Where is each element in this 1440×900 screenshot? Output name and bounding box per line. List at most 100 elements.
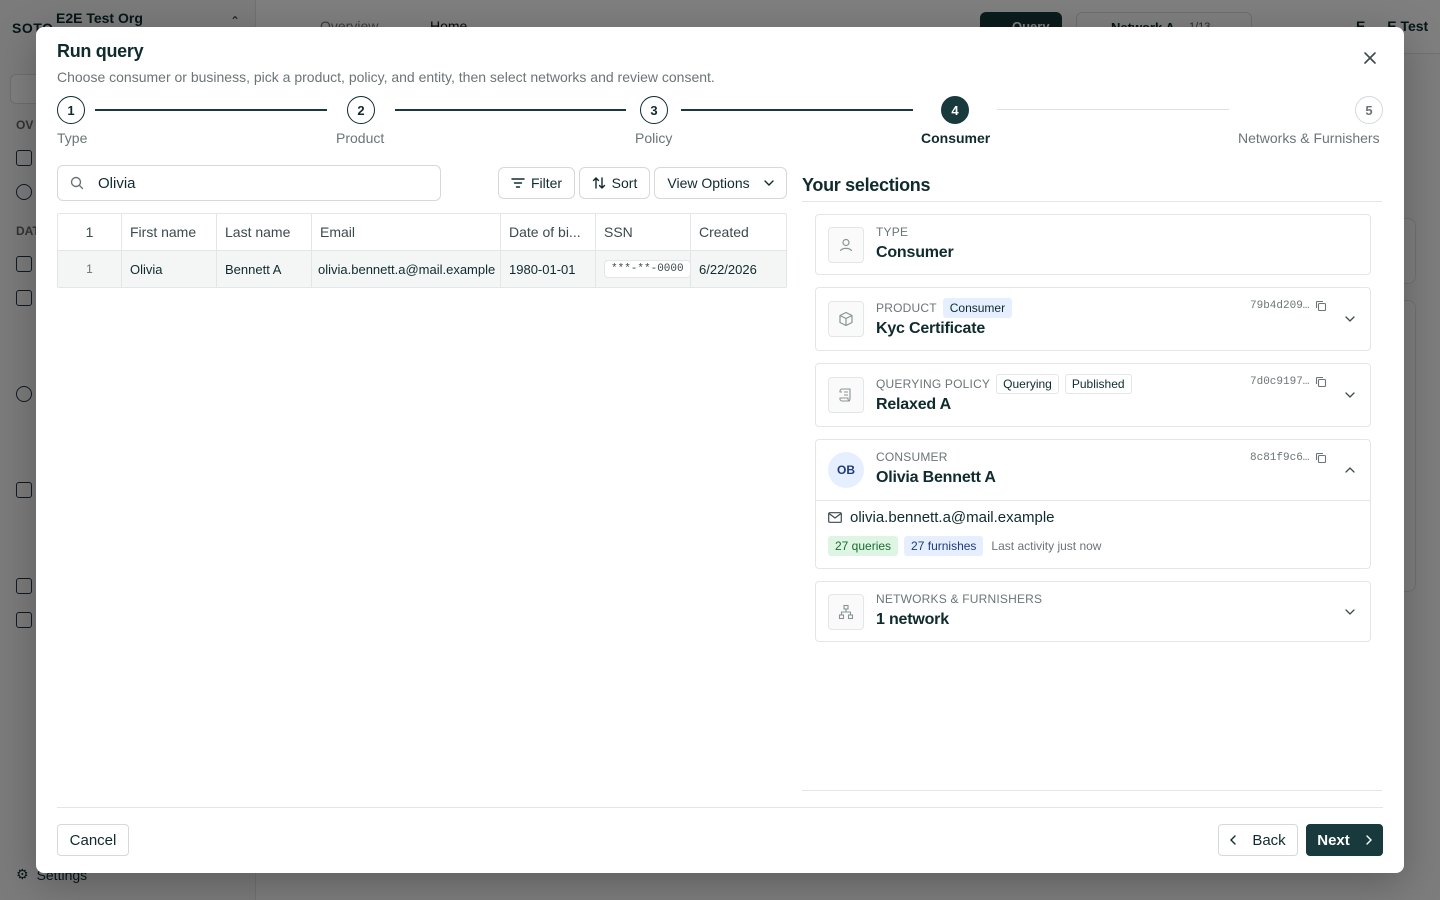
view-options-label: View Options <box>667 175 750 191</box>
network-icon <box>828 594 864 630</box>
sort-button[interactable]: Sort <box>579 167 650 199</box>
column-header-dob[interactable]: Date of bi... <box>501 214 596 250</box>
sort-button-label: Sort <box>611 175 638 191</box>
card-kicker: TYPE <box>876 225 909 239</box>
cancel-button-label: Cancel <box>69 831 117 849</box>
policy-mode-badge: Querying <box>996 374 1059 394</box>
selections-title: Your selections <box>802 175 931 195</box>
consumer-email-row: olivia.bennett.a@mail.example <box>828 509 1055 526</box>
ssn-masked: ***-**-0000 <box>604 260 690 278</box>
column-header-email[interactable]: Email <box>312 214 501 250</box>
id-text: 79b4d209… <box>1250 300 1310 312</box>
last-activity: Last activity just now <box>991 539 1102 553</box>
selection-card-type: TYPE Consumer <box>815 214 1371 275</box>
selection-card-product[interactable]: PRODUCT Consumer Kyc Certificate 79b4d20… <box>815 287 1371 351</box>
close-icon <box>1364 52 1376 64</box>
step-label: Policy <box>635 130 673 146</box>
step-label: Type <box>57 130 88 146</box>
card-kicker: QUERYING POLICY <box>876 377 991 391</box>
divider <box>57 807 1383 808</box>
step-number: 2 <box>347 96 375 124</box>
chevron-down-icon <box>1345 316 1355 322</box>
consumer-email: olivia.bennett.a@mail.example <box>850 509 1055 526</box>
run-query-dialog: Run query Choose consumer or business, p… <box>36 27 1404 873</box>
card-kicker-row: QUERYING POLICY Querying Published <box>876 374 1132 394</box>
column-header-created[interactable]: Created <box>691 214 786 250</box>
divider <box>802 201 1382 202</box>
card-kicker: PRODUCT <box>876 301 937 315</box>
view-options-button[interactable]: View Options <box>654 167 787 199</box>
cell-first-name: Olivia <box>122 251 217 287</box>
consumer-id: 8c81f9c6… <box>1250 452 1327 464</box>
card-value: Kyc Certificate <box>876 320 986 337</box>
divider <box>816 500 1370 501</box>
policy-id: 7d0c9197… <box>1250 376 1327 388</box>
column-header-first-name[interactable]: First name <box>122 214 217 250</box>
copy-icon[interactable] <box>1315 300 1327 312</box>
cell-last-name: Bennett A <box>217 251 312 287</box>
card-value: 1 network <box>876 611 949 628</box>
consumer-search[interactable] <box>57 165 441 201</box>
table-row[interactable]: 1 Olivia Bennett A olivia.bennett.a@mail… <box>58 251 786 287</box>
column-header-ssn[interactable]: SSN <box>596 214 691 250</box>
cell-ssn: ***-**-0000 <box>596 251 691 287</box>
card-kicker-row: PRODUCT Consumer <box>876 298 1013 318</box>
step-number: 4 <box>941 96 969 124</box>
step-number: 5 <box>1355 96 1383 124</box>
copy-icon[interactable] <box>1315 376 1327 388</box>
copy-icon[interactable] <box>1315 452 1327 464</box>
package-icon <box>828 301 864 337</box>
id-text: 7d0c9197… <box>1250 376 1310 388</box>
card-kicker: NETWORKS & FURNISHERS <box>876 592 1043 606</box>
next-button[interactable]: Next <box>1306 824 1383 856</box>
chevron-down-icon <box>1345 392 1355 398</box>
selection-card-policy[interactable]: QUERYING POLICY Querying Published Relax… <box>815 363 1371 427</box>
cell-email: olivia.bennett.a@mail.example <box>312 251 501 287</box>
search-icon <box>70 176 84 190</box>
search-input[interactable] <box>98 174 398 192</box>
product-type-badge: Consumer <box>942 298 1013 318</box>
table-header-index: 1 <box>58 214 122 250</box>
queries-count-badge: 27 queries <box>828 536 899 556</box>
card-kicker: CONSUMER <box>876 450 948 464</box>
step-label: Consumer <box>921 130 991 146</box>
consumer-stats: 27 queries 27 furnishes Last activity ju… <box>828 536 1101 556</box>
card-value: Olivia Bennett A <box>876 469 996 486</box>
back-button[interactable]: Back <box>1218 824 1298 856</box>
divider <box>802 790 1382 791</box>
avatar: OB <box>828 452 864 488</box>
expand-button[interactable] <box>1342 604 1358 620</box>
cell-created: 6/22/2026 <box>699 261 757 277</box>
step-label: Product <box>336 130 385 146</box>
card-value: Consumer <box>876 244 954 261</box>
user-icon <box>828 227 864 263</box>
back-button-label: Back <box>1252 831 1286 849</box>
expand-button[interactable] <box>1342 311 1358 327</box>
collapse-button[interactable] <box>1342 462 1358 478</box>
chevron-left-icon <box>1230 835 1237 845</box>
close-button[interactable] <box>1359 47 1381 69</box>
card-value: Relaxed A <box>876 396 951 413</box>
chevron-right-icon <box>1366 835 1372 845</box>
filter-button[interactable]: Filter <box>498 167 575 199</box>
furnishes-count-badge: 27 furnishes <box>904 536 984 556</box>
selection-card-networks[interactable]: NETWORKS & FURNISHERS 1 network <box>815 581 1371 642</box>
cancel-button[interactable]: Cancel <box>57 824 129 856</box>
mail-icon <box>828 512 842 523</box>
table-header-row: 1 First name Last name Email Date of bi.… <box>58 214 786 251</box>
chevron-up-icon <box>1345 467 1355 473</box>
expand-button[interactable] <box>1342 387 1358 403</box>
step-connector <box>681 109 913 111</box>
consumers-table: 1 First name Last name Email Date of bi.… <box>57 213 787 288</box>
cell-dob: 1980-01-01 <box>501 251 596 287</box>
selection-card-consumer[interactable]: OB CONSUMER Olivia Bennett A 8c81f9c6… o… <box>815 439 1371 569</box>
column-header-last-name[interactable]: Last name <box>217 214 312 250</box>
step-number: 3 <box>640 96 668 124</box>
dialog-title: Run query <box>57 41 144 61</box>
chevron-down-icon <box>763 180 774 186</box>
filter-button-label: Filter <box>530 175 563 191</box>
chevron-down-icon <box>1345 609 1355 615</box>
step-connector <box>997 109 1229 110</box>
step-label: Networks & Furnishers <box>1238 130 1380 146</box>
policy-status-badge: Published <box>1064 374 1132 394</box>
